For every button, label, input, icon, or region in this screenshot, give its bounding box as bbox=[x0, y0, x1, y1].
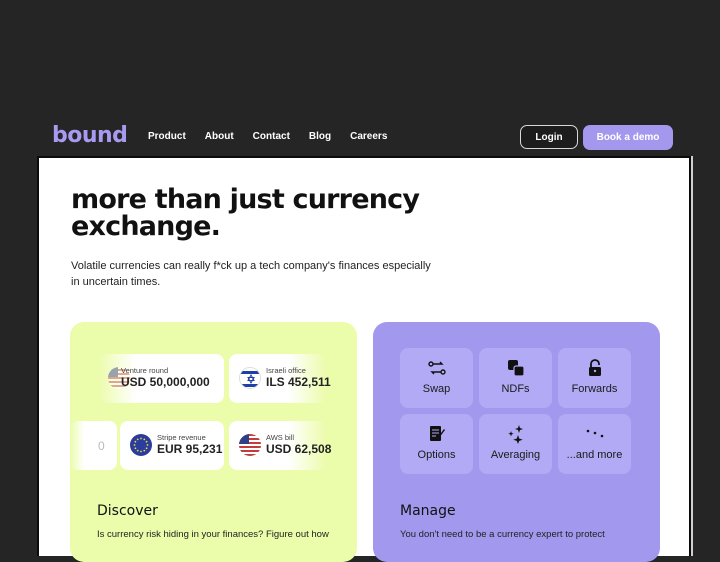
product-ndfs[interactable]: NDFs bbox=[479, 348, 552, 408]
israel-flag-icon bbox=[239, 367, 261, 389]
discover-card: Venture round USD 50,000,000 Israeli off… bbox=[70, 322, 357, 562]
dots-icon bbox=[586, 424, 604, 444]
product-label: Options bbox=[417, 449, 456, 461]
discover-description: Is currency risk hiding in your finances… bbox=[97, 529, 329, 540]
book-demo-button[interactable]: Book a demo bbox=[583, 125, 673, 150]
product-label: ...and more bbox=[566, 449, 623, 461]
product-more[interactable]: ...and more bbox=[558, 414, 631, 474]
nav-links: Product About Contact Blog Careers bbox=[148, 131, 406, 142]
product-label: Swap bbox=[422, 383, 451, 395]
tile-label: Israeli office bbox=[266, 366, 306, 375]
discover-title: Discover bbox=[97, 503, 158, 519]
product-label: Averaging bbox=[490, 449, 541, 461]
hero-title: more than just currency exchange. bbox=[71, 184, 420, 242]
logo[interactable]: bound bbox=[52, 123, 128, 148]
product-label: NDFs bbox=[501, 383, 530, 395]
us-flag-icon bbox=[239, 434, 261, 456]
product-forwards[interactable]: Forwards bbox=[558, 348, 631, 408]
nav-link-about[interactable]: About bbox=[205, 131, 234, 142]
currency-tile: Venture round USD 50,000,000 bbox=[98, 354, 224, 403]
overlap-squares-icon bbox=[507, 358, 525, 378]
tile-value: EUR 95,231 bbox=[157, 442, 223, 456]
sparkles-icon bbox=[507, 424, 525, 444]
nav-link-product[interactable]: Product bbox=[148, 131, 186, 142]
currency-tile: 0 bbox=[70, 421, 117, 470]
tile-value: USD 50,000,000 bbox=[121, 375, 210, 389]
tile-label: Venture round bbox=[121, 366, 169, 375]
currency-tile: Stripe revenue EUR 95,231 bbox=[120, 421, 224, 470]
tile-value: ILS 452,511 bbox=[266, 375, 331, 389]
nav-link-careers[interactable]: Careers bbox=[350, 131, 387, 142]
product-swap[interactable]: Swap bbox=[400, 348, 473, 408]
currency-tile: AWS bill USD 62,508 bbox=[229, 421, 331, 470]
product-options[interactable]: Options bbox=[400, 414, 473, 474]
manage-title: Manage bbox=[400, 503, 456, 519]
tile-value: 0 bbox=[98, 439, 105, 453]
page-content: more than just currency exchange. Volati… bbox=[37, 156, 691, 562]
currency-tile: Israeli office ILS 452,511 bbox=[229, 354, 331, 403]
top-navigation: bound Product About Contact Blog Careers… bbox=[0, 122, 720, 154]
tile-value: USD 62,508 bbox=[266, 442, 332, 456]
currency-tiles: Venture round USD 50,000,000 Israeli off… bbox=[70, 322, 357, 482]
nav-link-contact[interactable]: Contact bbox=[253, 131, 290, 142]
manage-description: You don't need to be a currency expert t… bbox=[400, 529, 605, 540]
product-averaging[interactable]: Averaging bbox=[479, 414, 552, 474]
lock-icon bbox=[588, 358, 602, 378]
tile-label: AWS bill bbox=[266, 433, 295, 442]
login-button[interactable]: Login bbox=[520, 125, 578, 149]
eu-flag-icon bbox=[130, 434, 152, 456]
document-pen-icon bbox=[428, 424, 446, 444]
tile-label: Stripe revenue bbox=[157, 433, 206, 442]
swap-icon bbox=[427, 358, 446, 378]
nav-link-blog[interactable]: Blog bbox=[309, 131, 331, 142]
product-label: Forwards bbox=[571, 383, 618, 395]
hero-subtitle: Volatile currencies can really f*ck up a… bbox=[71, 260, 431, 288]
manage-card: Swap NDFs Forwards Options Averaging ...… bbox=[373, 322, 660, 562]
